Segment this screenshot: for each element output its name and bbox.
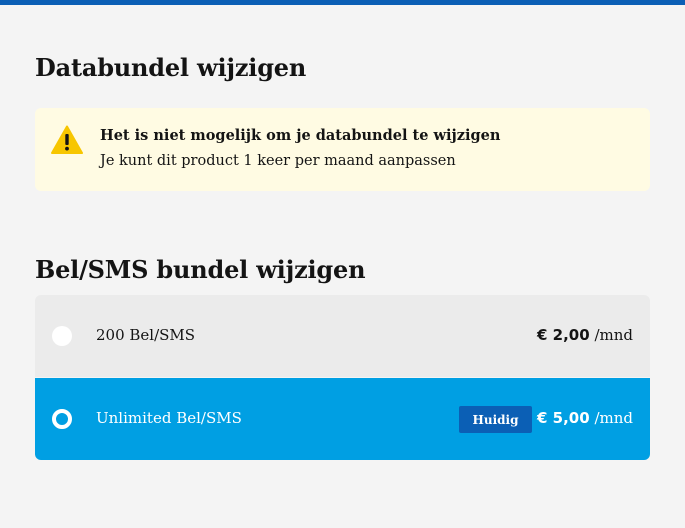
option-price: € 2,00 /mnd: [537, 326, 633, 344]
option-label: Unlimited Bel/SMS: [96, 409, 242, 427]
bundle-options: 200 Bel/SMS € 2,00 /mnd Unlimited Bel/SM…: [35, 295, 650, 460]
price-period: /mnd: [594, 326, 633, 344]
bundle-option-unlimited[interactable]: Unlimited Bel/SMS Huidig € 5,00 /mnd: [35, 378, 650, 460]
notice-text: Je kunt dit product 1 keer per maand aan…: [100, 153, 456, 169]
top-accent-bar: [0, 0, 685, 5]
radio-button-selected[interactable]: [52, 409, 72, 429]
warning-notice: Het is niet mogelijk om je databundel te…: [35, 108, 650, 191]
warning-icon: [51, 125, 83, 154]
bundle-option-200[interactable]: 200 Bel/SMS € 2,00 /mnd: [35, 295, 650, 377]
notice-title: Het is niet mogelijk om je databundel te…: [100, 127, 501, 144]
price-amount: € 5,00: [537, 409, 590, 427]
option-label: 200 Bel/SMS: [96, 326, 196, 344]
data-bundle-heading: Databundel wijzigen: [35, 53, 307, 82]
option-price: € 5,00 /mnd: [537, 409, 633, 427]
current-badge: Huidig: [459, 406, 532, 433]
price-amount: € 2,00: [537, 326, 590, 344]
price-period: /mnd: [594, 409, 633, 427]
call-sms-bundle-heading: Bel/SMS bundel wijzigen: [35, 255, 366, 284]
radio-button[interactable]: [52, 326, 72, 346]
